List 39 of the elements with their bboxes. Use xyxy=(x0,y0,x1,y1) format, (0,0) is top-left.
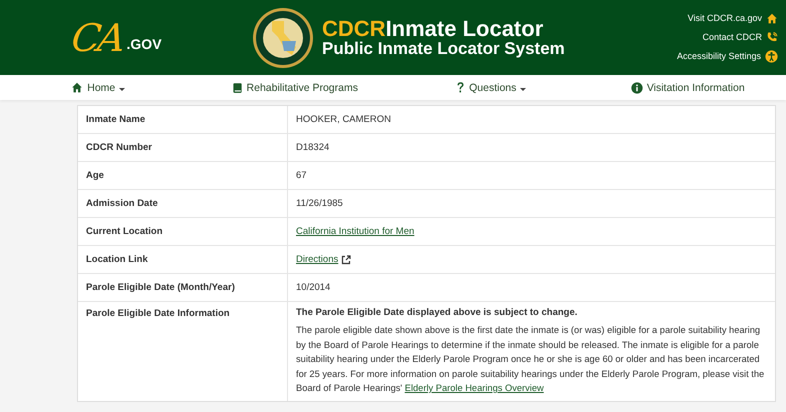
site-title: Inmate Locator xyxy=(386,16,544,40)
book-icon xyxy=(232,82,243,94)
field-label: Parole Eligible Date (Month/Year) xyxy=(78,274,288,301)
seal-drawing xyxy=(252,6,314,68)
home-icon xyxy=(766,12,778,24)
field-label: Age xyxy=(78,162,288,189)
field-label: Parole Eligible Date Information xyxy=(78,302,288,400)
field-label: Location Link xyxy=(78,246,288,273)
location-link[interactable]: California Institution for Men xyxy=(296,226,414,237)
field-label: Inmate Name xyxy=(78,106,288,133)
logo-suffix: .GOV xyxy=(126,36,162,52)
notice-heading: The Parole Eligible Date displayed above is subject to change. xyxy=(296,307,578,318)
field-value: 67 xyxy=(295,169,308,183)
field-value: D18324 xyxy=(295,141,330,155)
header-link[interactable]: Contact CDCR xyxy=(702,30,778,42)
question-icon xyxy=(456,81,466,94)
info-icon xyxy=(630,82,643,94)
field-label: Current Location xyxy=(78,218,288,245)
nav-link[interactable]: Questions xyxy=(393,75,590,100)
home-icon xyxy=(71,82,84,93)
nav-link[interactable]: Rehabilitative Programs xyxy=(196,75,393,100)
title-accent: CDCR xyxy=(322,16,386,40)
notice-paragraph: The parole eligible date shown above is the first date the inmate is (or was) eligible for a parole suitability hearing by the Board of Parole Hearings to determine if the inmate should be released. The inmate is eligible for a parole suitability hearing under the Elderly Parole Program once he or she is age 60 or older and has been incarcerated for 25 years. For more information on parole suitability hearings under the Elderly Parole Program, please visit the Board of Parole Hearings' Elderly Parole Hearings Overview xyxy=(296,324,766,395)
accessibility-icon xyxy=(765,50,778,62)
field-label: CDCR Number xyxy=(78,134,288,161)
field-value: 11/26/1985 xyxy=(295,197,344,211)
nav-link[interactable]: Visitation Information xyxy=(590,75,786,100)
header-link[interactable]: Accessibility Settings xyxy=(676,50,778,62)
nav-link[interactable]: Home xyxy=(0,75,196,100)
directions-link[interactable]: Directions xyxy=(296,254,338,265)
field-value: 10/2014 xyxy=(295,281,332,295)
header-link[interactable]: Visit CDCR.ca.gov xyxy=(688,12,778,24)
phone-icon xyxy=(766,30,778,42)
site-subtitle: Public Inmate Locator System xyxy=(322,40,565,58)
field-value: HOOKER, CAMERON xyxy=(295,113,392,127)
field-label: Admission Date xyxy=(78,190,288,217)
overview-link[interactable]: Elderly Parole Hearings Overview xyxy=(404,383,544,393)
external-link-icon xyxy=(341,254,352,264)
logo-letters: CA xyxy=(68,16,126,60)
